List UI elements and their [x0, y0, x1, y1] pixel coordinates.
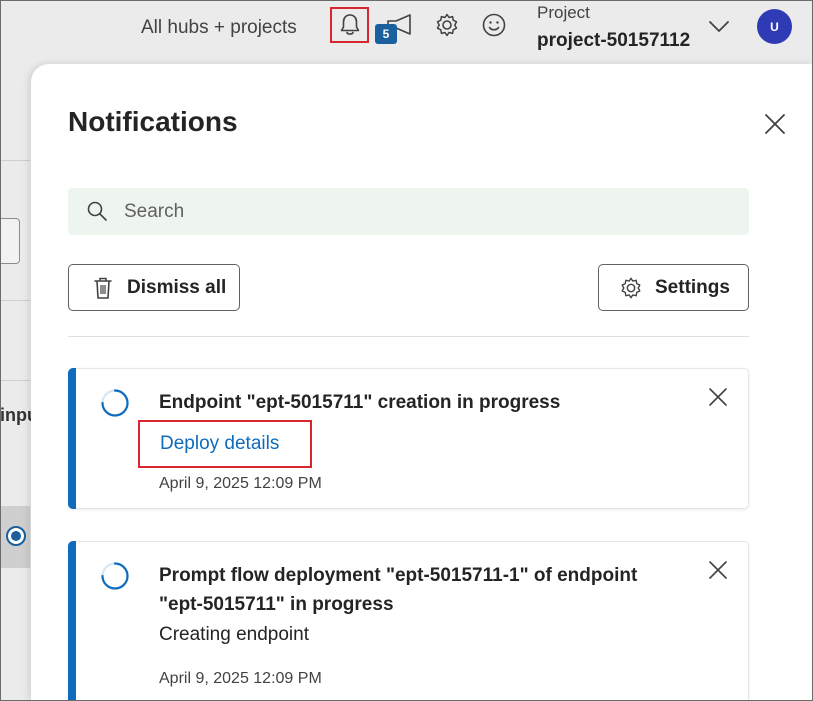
gear-icon — [619, 276, 643, 300]
notification-timestamp: April 9, 2025 12:09 PM — [159, 475, 322, 492]
divider — [68, 336, 749, 337]
bell-icon — [340, 14, 359, 35]
notification-title: Prompt flow deployment "ept-5015711-1" o… — [159, 565, 638, 615]
background-divider — [0, 380, 30, 381]
close-icon — [709, 561, 727, 579]
settings-button[interactable]: Settings — [598, 264, 749, 311]
background-input — [0, 218, 20, 264]
smiley-icon — [482, 13, 506, 37]
panel-title: Notifications — [68, 106, 238, 137]
background-divider — [0, 160, 30, 161]
dismiss-all-button[interactable]: Dismiss all — [68, 264, 240, 311]
dismiss-all-label: Dismiss all — [127, 276, 227, 298]
top-bar: All hubs + projects 5 Project project-50… — [0, 0, 813, 55]
close-icon — [765, 114, 785, 134]
search-icon — [87, 201, 107, 221]
notification-card: Endpoint "ept-5015711" creation in progr… — [68, 368, 749, 509]
search-input[interactable] — [124, 196, 724, 227]
project-name[interactable]: project-50157112 — [537, 30, 690, 52]
background-radio — [6, 526, 26, 546]
notification-timestamp: April 9, 2025 12:09 PM — [159, 670, 322, 687]
notification-title: Endpoint "ept-5015711" creation in progr… — [159, 392, 561, 413]
notification-body: Creating endpoint — [159, 624, 309, 645]
spinner-icon — [101, 389, 129, 417]
search-box — [68, 188, 749, 235]
notification-card: Prompt flow deployment "ept-5015711-1" o… — [68, 541, 749, 701]
notifications-bell-button[interactable] — [330, 7, 369, 43]
smiley-feedback-button[interactable] — [480, 11, 508, 39]
settings-label: Settings — [655, 276, 730, 298]
trash-icon — [91, 276, 115, 300]
chevron-down-icon — [709, 21, 729, 32]
project-label: Project — [537, 3, 590, 22]
project-dropdown-button[interactable] — [706, 14, 732, 40]
notification-count-badge: 5 — [375, 24, 397, 44]
notifications-panel: Notifications Dismiss all — [31, 64, 813, 701]
settings-gear-button[interactable] — [433, 11, 461, 39]
all-hubs-link[interactable]: All hubs + projects — [141, 17, 297, 39]
deploy-details-link[interactable]: Deploy details — [138, 420, 312, 468]
avatar[interactable]: U — [757, 9, 792, 44]
dismiss-notification-button[interactable] — [706, 385, 730, 409]
background-divider — [0, 300, 30, 301]
close-icon — [709, 388, 727, 406]
gear-icon — [436, 13, 458, 37]
spinner-icon — [101, 562, 129, 590]
close-panel-button[interactable] — [762, 111, 788, 137]
dismiss-notification-button[interactable] — [706, 558, 730, 582]
